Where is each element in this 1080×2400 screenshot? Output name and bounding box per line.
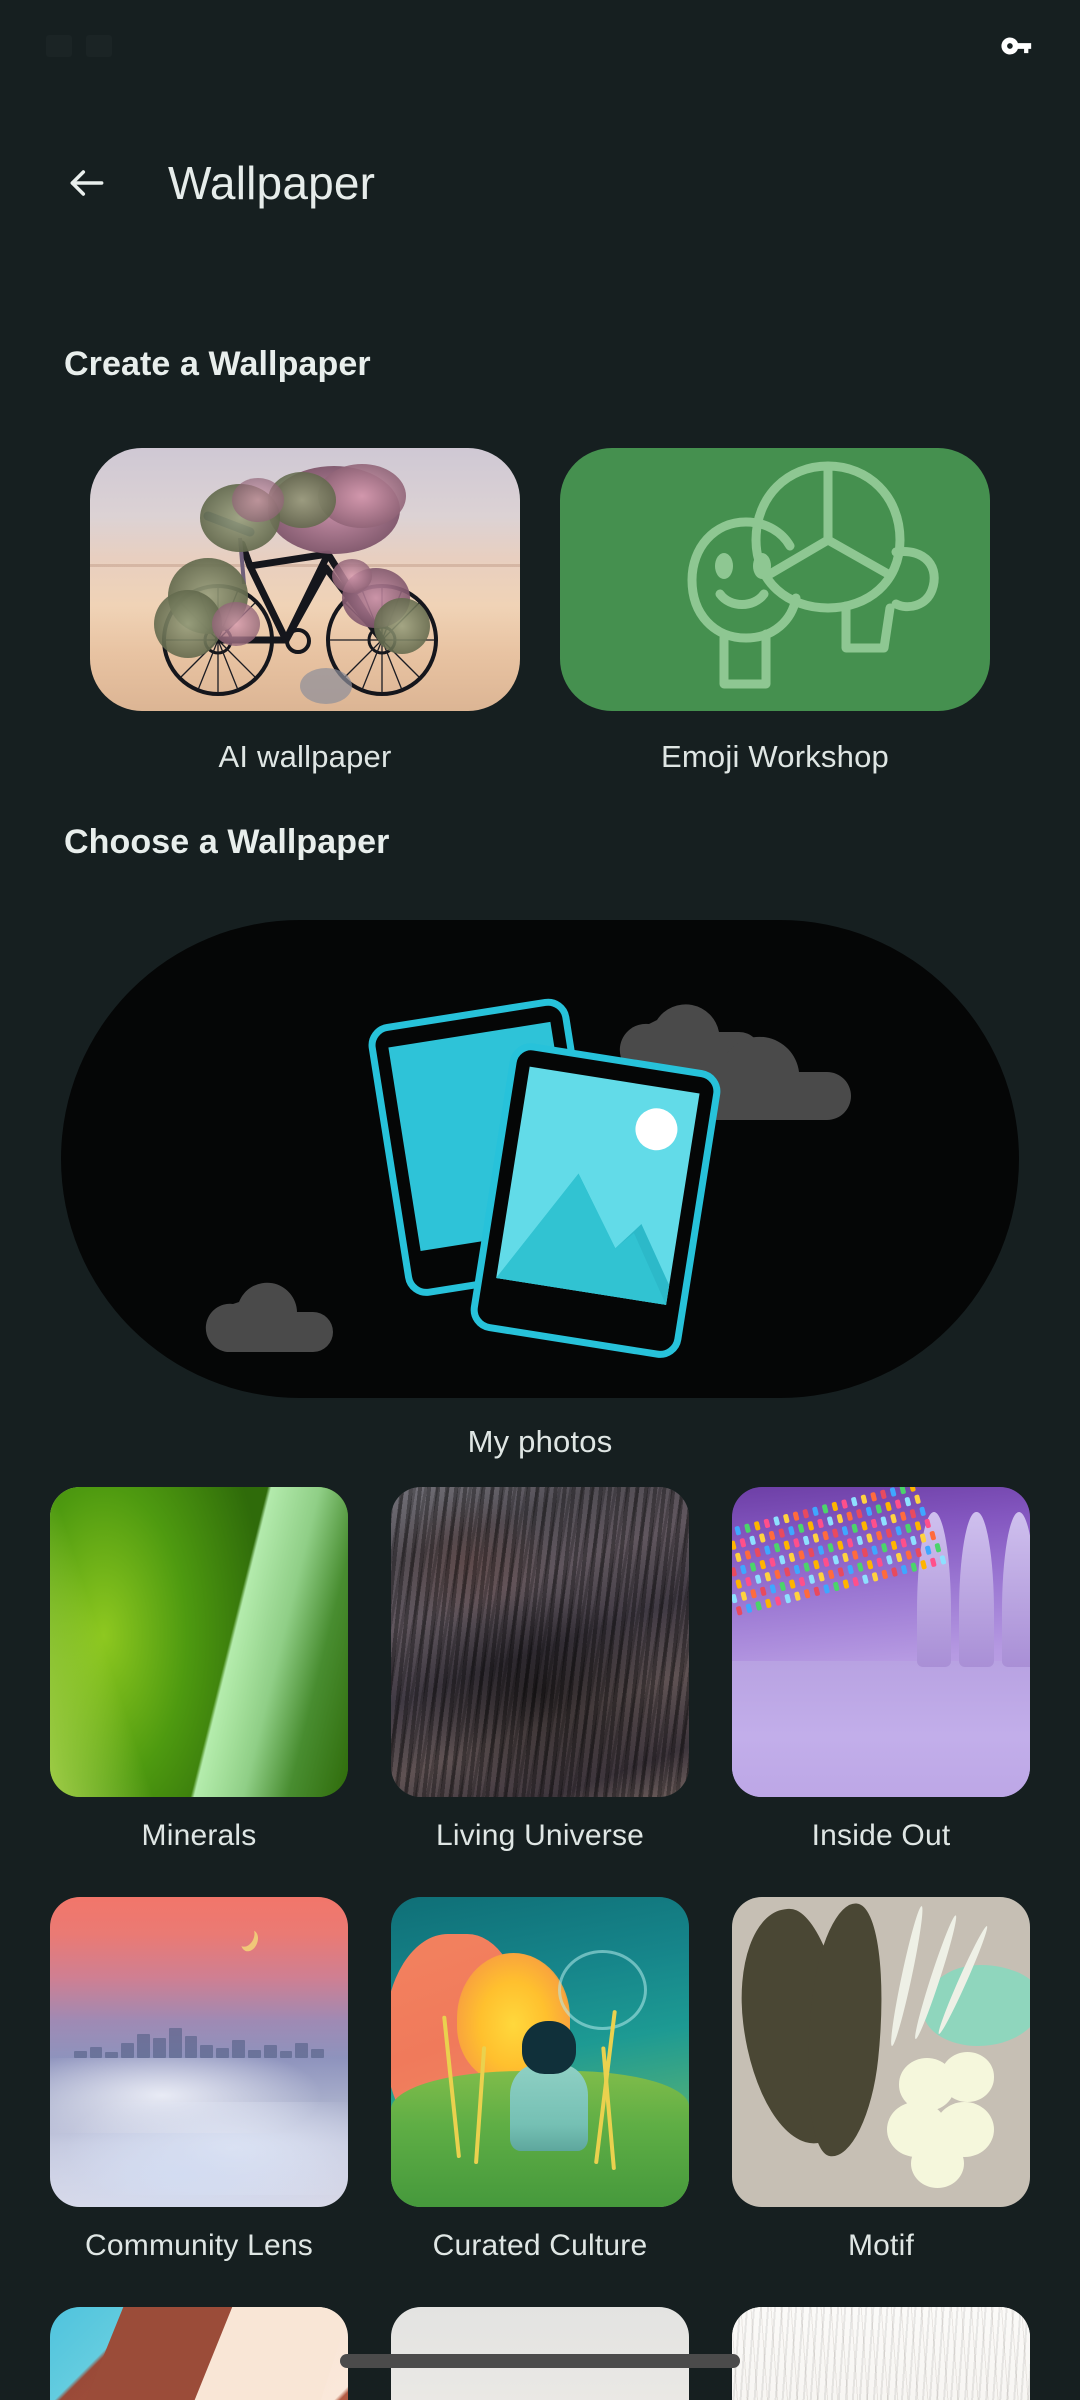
category-label: Motif (847, 2229, 914, 2262)
status-bar-right (1000, 29, 1034, 63)
category-thumbnail[interactable] (50, 1487, 348, 1797)
status-notification-icon (46, 35, 72, 57)
category-thumbnail[interactable] (391, 1487, 689, 1797)
emoji-workshop-thumbnail[interactable] (560, 448, 990, 711)
foggy-city-skyline-art (50, 1897, 348, 2207)
abstract-shapes-art (732, 1897, 1030, 2207)
category-thumbnail[interactable] (50, 1897, 348, 2207)
green-crystal-mineral-art (50, 1487, 348, 1797)
category-item-row3-1[interactable] (50, 2307, 348, 2400)
category-item-motif[interactable]: Motif (732, 1897, 1030, 2307)
page-title: Wallpaper (168, 157, 376, 209)
app-bar: Wallpaper (0, 128, 1080, 238)
geometric-terracotta-art (50, 2307, 348, 2400)
category-thumbnail[interactable] (50, 2307, 348, 2400)
category-item-living-universe[interactable]: Living Universe (391, 1487, 689, 1897)
category-item-inside-out[interactable]: Inside Out (732, 1487, 1030, 1897)
arrow-back-icon (70, 170, 104, 196)
turtle-emoji-outline-icon (687, 461, 939, 689)
create-item-ai-wallpaper[interactable]: AI wallpaper (90, 448, 520, 775)
category-item-row3-3[interactable] (732, 2307, 1030, 2400)
category-thumbnail[interactable] (732, 1487, 1030, 1797)
category-label: Inside Out (811, 1819, 951, 1852)
wallpaper-picker-screen: Wallpaper Create a Wallpaper AI wallpape… (0, 0, 1080, 2400)
vpn-key-icon (1000, 29, 1034, 63)
create-item-emoji-workshop[interactable]: Emoji Workshop (560, 448, 990, 775)
home-gesture-bar[interactable] (340, 2354, 740, 2368)
white-textured-fibers-art (732, 2307, 1030, 2400)
my-photos-item[interactable]: My photos (0, 920, 1080, 1460)
category-thumbnail[interactable] (732, 1897, 1030, 2207)
rock-cliff-face-art (391, 1487, 689, 1797)
create-item-label: Emoji Workshop (661, 739, 889, 774)
choose-section-heading: Choose a Wallpaper (64, 823, 390, 861)
wallpaper-category-grid: Minerals Living Universe Inside Out Comm… (0, 1487, 1080, 2400)
status-notification-icon (86, 35, 112, 57)
category-item-minerals[interactable]: Minerals (50, 1487, 348, 1897)
purple-interior-art (732, 1487, 1030, 1797)
category-item-curated-culture[interactable]: Curated Culture (391, 1897, 689, 2307)
photo-frames-illustration (205, 998, 851, 1358)
ai-wallpaper-thumbnail[interactable] (90, 448, 520, 711)
my-photos-thumbnail[interactable] (61, 920, 1019, 1398)
category-label: Community Lens (85, 2229, 313, 2262)
category-item-community-lens[interactable]: Community Lens (50, 1897, 348, 2307)
category-thumbnail[interactable] (391, 1897, 689, 2207)
status-bar (0, 0, 1080, 92)
create-item-label: AI wallpaper (218, 739, 392, 774)
bicycle-with-flowers-art (90, 448, 520, 711)
create-section-heading: Create a Wallpaper (64, 345, 371, 383)
category-label: Living Universe (435, 1819, 645, 1852)
back-button[interactable] (48, 144, 126, 222)
bicycle-illustration (154, 464, 438, 704)
figure-in-grass-art (391, 1897, 689, 2207)
category-thumbnail[interactable] (732, 2307, 1030, 2400)
category-label: Minerals (141, 1819, 257, 1852)
create-wallpaper-row: AI wallpaper Emoji Workshop (0, 448, 1080, 775)
status-bar-left (46, 35, 1000, 57)
my-photos-label: My photos (467, 1424, 613, 1459)
category-label: Curated Culture (432, 2229, 648, 2262)
